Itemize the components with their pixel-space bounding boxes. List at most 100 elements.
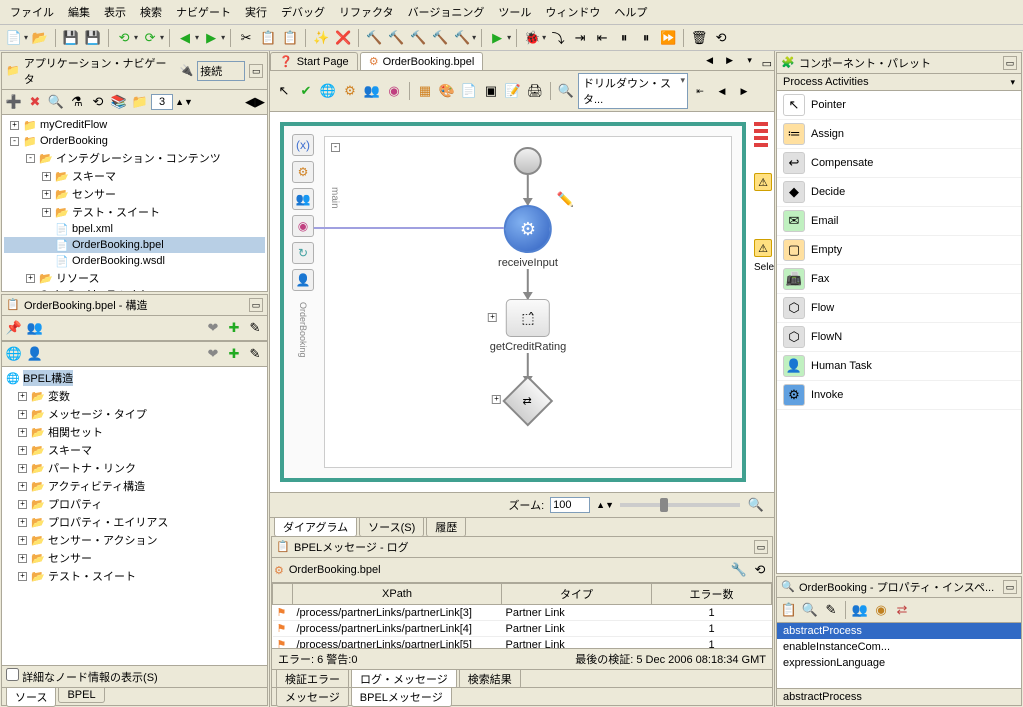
tree-toggle[interactable]: + <box>26 274 35 283</box>
stencil-partner-button[interactable]: 👥 <box>292 188 314 210</box>
stencil-xml-button[interactable]: ⚙ <box>292 161 314 183</box>
tab-orderbooking[interactable]: ⚙OrderBooking.bpel <box>360 52 484 70</box>
tree-node[interactable]: +📁myCreditFlow <box>4 117 265 133</box>
palette-item-email[interactable]: ✉Email <box>777 207 1021 236</box>
tree-toggle[interactable]: + <box>18 428 27 437</box>
tab-prev-button[interactable]: ◀ <box>700 50 720 70</box>
step5-button[interactable]: ⏸ <box>636 28 656 48</box>
message-row[interactable]: ⚑/process/partnerLinks/partnerLink[4]Par… <box>273 621 772 637</box>
stencil-human-button[interactable]: 👤 <box>292 269 314 291</box>
menu-tools[interactable]: ツール <box>492 2 537 22</box>
messages-wrench-button[interactable]: 🔧 <box>729 560 749 580</box>
menu-help[interactable]: ヘルプ <box>608 2 653 22</box>
ed-doc-button[interactable]: 📄 <box>459 81 479 101</box>
drilldown-combo[interactable]: ドリルダウン・スタ... <box>578 73 688 109</box>
credit-expand-button[interactable]: + <box>488 313 497 322</box>
structure-item[interactable]: +📂メッセージ・タイプ <box>4 405 265 423</box>
tree-toggle[interactable]: + <box>42 190 51 199</box>
new-button[interactable]: 📄 <box>4 28 24 48</box>
palette-item-fax[interactable]: 📠Fax <box>777 265 1021 294</box>
tree-node[interactable]: +📂テスト・スイート <box>4 203 265 221</box>
step4-button[interactable]: ⏸ <box>614 28 634 48</box>
structure-item[interactable]: +📂センサー <box>4 549 265 567</box>
redo-button[interactable]: ⟳ <box>140 28 160 48</box>
error-mark[interactable] <box>754 143 768 147</box>
tree-node[interactable]: 📄OrderBooking.wsdl <box>4 253 265 269</box>
forward-button[interactable]: ▶ <box>201 28 221 48</box>
tree-node[interactable]: 📄OrderBooking.bpel <box>4 237 265 253</box>
start-node[interactable] <box>514 147 542 175</box>
tab-start-page[interactable]: ❓Start Page <box>270 52 358 70</box>
struct-tab-bpel[interactable]: BPEL <box>58 688 104 703</box>
back-button[interactable]: ◀ <box>175 28 195 48</box>
palette-item-pointer[interactable]: ↖Pointer <box>777 91 1021 120</box>
palette-minimize-button[interactable]: ▭ <box>1003 56 1017 70</box>
step-into-button[interactable]: ⇥ <box>570 28 590 48</box>
insp-edit-button[interactable]: ✎ <box>821 600 841 620</box>
tree-toggle[interactable]: + <box>42 208 51 217</box>
tree-toggle[interactable]: + <box>18 572 27 581</box>
nav-delete-button[interactable]: ✖ <box>25 92 45 112</box>
nav-filter-button[interactable]: ⚗ <box>67 92 87 112</box>
tree-toggle[interactable]: + <box>18 500 27 509</box>
tree-toggle[interactable]: + <box>18 392 27 401</box>
ed-print-button[interactable]: 🖨 <box>525 81 545 101</box>
tree-node[interactable]: -📁OrderBooking <box>4 133 265 149</box>
property-row[interactable]: expressionLanguage <box>777 655 1021 671</box>
tree-toggle[interactable]: + <box>18 482 27 491</box>
make2-button[interactable]: 🔨 <box>386 28 406 48</box>
col-count[interactable]: エラー数 <box>652 584 772 605</box>
struct-ws-button[interactable]: 🌐 <box>4 344 24 364</box>
palette-item-assign[interactable]: ≔Assign <box>777 120 1021 149</box>
navigator-minimize-button[interactable]: ▭ <box>249 64 263 78</box>
struct-edit2-button[interactable]: ✎ <box>245 344 265 364</box>
tree-toggle[interactable]: + <box>18 554 27 563</box>
structure-item[interactable]: +📂相関セット <box>4 423 265 441</box>
zoom-fit-button[interactable]: 🔍 <box>746 495 766 515</box>
paste-button[interactable]: 📋 <box>280 28 300 48</box>
tree-toggle[interactable]: - <box>10 137 19 146</box>
check-button[interactable]: ❌ <box>333 28 353 48</box>
structure-item[interactable]: +📂パートナ・リンク <box>4 459 265 477</box>
ed-pointer-button[interactable]: ↖ <box>274 81 294 101</box>
inspector-minimize-button[interactable]: ▭ <box>1003 580 1017 594</box>
save-button[interactable]: 💾 <box>61 28 81 48</box>
resume-button[interactable]: ⏩ <box>658 28 678 48</box>
ed-globe-button[interactable]: 🌐 <box>318 81 338 101</box>
nav-collapse-button[interactable]: ◀▶ <box>245 92 265 112</box>
struct-partner-button[interactable]: 👥 <box>25 318 45 338</box>
zoom-slider[interactable] <box>620 503 740 507</box>
ed-check-button[interactable]: ✔ <box>296 81 316 101</box>
nav-new-button[interactable]: ➕ <box>4 92 24 112</box>
struct-person-button[interactable]: 👤 <box>25 344 45 364</box>
tree-toggle[interactable]: + <box>42 172 51 181</box>
nav-lib-button[interactable]: 📚 <box>109 92 129 112</box>
nav-sync-button[interactable]: ⟲ <box>88 92 108 112</box>
wand-button[interactable]: ✨ <box>311 28 331 48</box>
tree-node[interactable]: 📄bpel.xml <box>4 221 265 237</box>
switch-expand-button[interactable]: + <box>492 395 501 404</box>
error-mark[interactable] <box>754 136 768 140</box>
warning-badge[interactable]: ⚠ <box>754 173 772 191</box>
menu-navigate[interactable]: ナビゲート <box>170 2 237 22</box>
ed-fwd-button[interactable]: ▶ <box>734 81 754 101</box>
insp-sensor-button[interactable]: ◉ <box>871 600 891 620</box>
editor-tab-history[interactable]: 履歴 <box>426 518 466 537</box>
tree-node[interactable]: +📂センサー <box>4 185 265 203</box>
editor-minimize-button[interactable]: ▭ <box>762 57 772 70</box>
messages-refresh-button[interactable]: ⟲ <box>750 560 770 580</box>
menu-view[interactable]: 表示 <box>98 2 132 22</box>
palette-item-flown[interactable]: ⬡FlowN <box>777 323 1021 352</box>
debug-button[interactable]: 🐞 <box>522 28 542 48</box>
ed-invoke-button[interactable]: ⚙ <box>340 81 360 101</box>
structure-minimize-button[interactable]: ▭ <box>249 298 263 312</box>
menu-search[interactable]: 検索 <box>134 2 168 22</box>
tree-toggle[interactable]: - <box>26 154 35 163</box>
nav-prev-button[interactable]: ▲▼ <box>174 92 194 112</box>
warning-badge[interactable]: ⚠ <box>754 239 772 257</box>
tree-node[interactable]: +📂リソース <box>4 269 265 287</box>
structure-item[interactable]: +📂変数 <box>4 387 265 405</box>
nav-page-input[interactable] <box>151 94 173 110</box>
tree-node[interactable]: +📁OrderBookingTutorial <box>4 287 265 291</box>
cut-button[interactable]: ✂ <box>236 28 256 48</box>
